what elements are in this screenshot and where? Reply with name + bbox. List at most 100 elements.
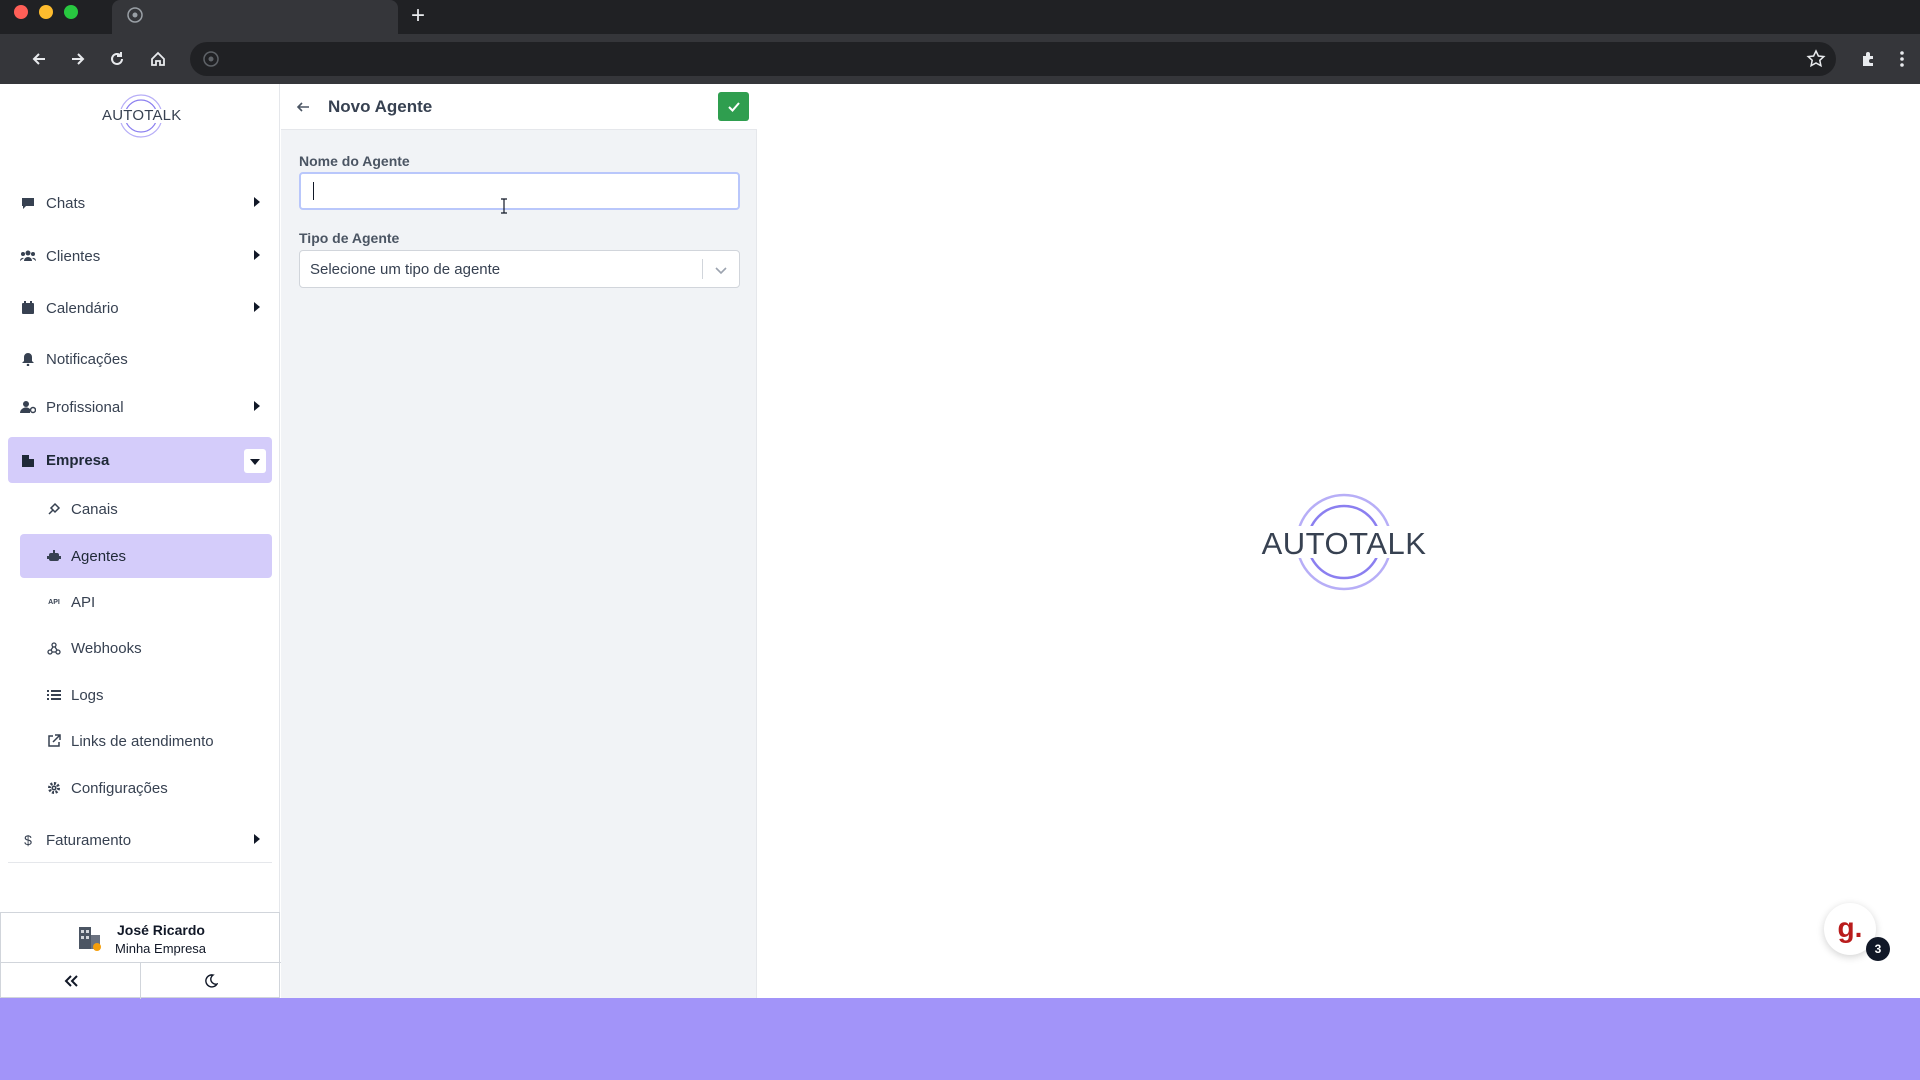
users-icon: [20, 248, 36, 264]
sidebar-subitem-label: API: [71, 593, 96, 611]
sidebar-subitem-label: Canais: [71, 500, 118, 518]
bell-icon: [20, 351, 36, 367]
sidebar-item-empresa[interactable]: Empresa: [8, 437, 272, 483]
sidebar-item-label: Clientes: [46, 247, 101, 265]
home-icon: [151, 51, 165, 66]
caret-down-icon: [250, 459, 260, 465]
robot-icon: [47, 549, 61, 563]
globe-icon: [203, 51, 219, 67]
dollar-icon: $: [24, 832, 32, 848]
sidebar-item-profissional[interactable]: Profissional: [8, 384, 272, 430]
sidebar-subitem-agentes[interactable]: Agentes: [20, 534, 272, 578]
bookmark-star-icon[interactable]: [1806, 49, 1826, 69]
autotalk-logo: AUTOTALK: [1256, 490, 1432, 594]
autotalk-logo[interactable]: AUTOTALK: [96, 90, 186, 142]
plug-icon: [47, 502, 61, 516]
logo-text: AUTOTALK: [1261, 526, 1427, 561]
sidebar-item-label: Notificações: [46, 350, 128, 368]
user-name: José Ricardo: [117, 922, 205, 938]
address-bar[interactable]: [190, 42, 1836, 76]
agent-type-select[interactable]: Selecione um tipo de agente: [299, 250, 740, 288]
caret-right-icon: [254, 401, 260, 411]
sidebar: AUTOTALK Chats Clientes Calendário Notif…: [0, 84, 281, 999]
caret-right-icon: [254, 250, 260, 260]
sidebar-divider: [8, 862, 272, 863]
window-minimize-button[interactable]: [39, 5, 53, 19]
caret-right-icon: [254, 302, 260, 312]
agent-name-input[interactable]: [299, 172, 740, 210]
user-profile[interactable]: José Ricardo Minha Empresa: [1, 913, 281, 963]
puzzle-icon: [1863, 52, 1873, 66]
gear-icon: [47, 781, 61, 795]
browser-menu-button[interactable]: [1888, 45, 1916, 73]
check-icon: [727, 101, 740, 112]
logo-text: AUTOTALK: [102, 107, 182, 124]
moon-icon: [205, 974, 218, 988]
user-cog-icon: [20, 399, 36, 415]
sidebar-subitem-webhooks[interactable]: Webhooks: [20, 626, 272, 670]
sidebar-subitem-links[interactable]: Links de atendimento: [20, 719, 272, 763]
sidebar-subitem-logs[interactable]: Logs: [20, 673, 272, 717]
sidebar-item-label: Calendário: [46, 299, 119, 317]
collapse-sidebar-button[interactable]: [1, 963, 141, 999]
sidebar-subitem-label: Agentes: [71, 547, 127, 565]
caret-right-icon: [254, 197, 260, 207]
kebab-menu-icon: [1900, 51, 1904, 67]
agent-type-placeholder: Selecione um tipo de agente: [310, 261, 501, 278]
sidebar-subitem-label: Configurações: [71, 779, 168, 797]
caret-right-icon: [254, 834, 260, 844]
globe-icon: [127, 7, 143, 23]
extensions-button[interactable]: [1855, 45, 1883, 73]
sidebar-subitem-canais[interactable]: Canais: [20, 487, 272, 531]
sidebar-item-notificacoes[interactable]: Notificações: [8, 336, 272, 382]
app-window: AUTOTALK Chats Clientes Calendário Notif…: [0, 84, 1920, 999]
text-cursor: [313, 182, 314, 200]
page-title: Novo Agente: [328, 97, 433, 116]
double-chevron-left-icon: [64, 975, 78, 987]
reload-icon: [111, 52, 123, 65]
agent-type-label: Tipo de Agente: [299, 230, 400, 246]
sidebar-item-label: Chats: [46, 194, 86, 212]
chat-icon: [20, 195, 36, 211]
sidebar-item-label: Faturamento: [46, 831, 132, 849]
ibeam-cursor-icon: [501, 198, 507, 214]
browser-toolbar: [0, 34, 1920, 84]
chevron-down-icon: [715, 267, 727, 275]
new-agent-panel: Novo Agente Nome do Agente Tipo de Agent…: [281, 84, 757, 998]
sidebar-subitem-label: Links de atendimento: [71, 732, 214, 750]
main-content: AUTOTALK g. 3: [758, 84, 1920, 998]
sidebar-subitem-label: Webhooks: [71, 639, 142, 657]
sidebar-item-faturamento[interactable]: $ Faturamento: [8, 817, 272, 863]
forward-button[interactable]: [64, 45, 92, 73]
sidebar-subitem-api[interactable]: API API: [20, 580, 272, 624]
list-icon: [47, 688, 61, 702]
sidebar-subitem-label: Logs: [71, 686, 104, 704]
sidebar-item-label: Profissional: [46, 398, 124, 416]
building-avatar-icon: [79, 927, 101, 951]
arrow-left-icon: [32, 53, 45, 65]
home-button[interactable]: [144, 45, 172, 73]
window-maximize-button[interactable]: [64, 5, 78, 19]
sidebar-item-calendario[interactable]: Calendário: [8, 285, 272, 331]
select-separator: [702, 259, 703, 279]
arrow-right-icon: [72, 53, 85, 65]
user-card: José Ricardo Minha Empresa: [0, 912, 281, 999]
new-tab-button[interactable]: +: [404, 2, 432, 30]
external-link-icon: [47, 734, 61, 748]
browser-tab[interactable]: [112, 0, 398, 34]
collapse-toggle[interactable]: [244, 449, 266, 473]
sidebar-item-label: Empresa: [46, 451, 110, 469]
calendar-icon: [20, 300, 36, 316]
sidebar-subitem-configuracoes[interactable]: Configurações: [20, 766, 272, 810]
chat-widget-logo: g.: [1837, 912, 1863, 943]
back-arrow-icon[interactable]: [295, 99, 311, 115]
back-button[interactable]: [25, 45, 53, 73]
window-close-button[interactable]: [14, 5, 28, 19]
webhook-icon: [47, 641, 61, 655]
dark-mode-toggle[interactable]: [141, 963, 281, 999]
user-company: Minha Empresa: [115, 941, 207, 956]
sidebar-item-chats[interactable]: Chats: [8, 180, 272, 226]
sidebar-item-clientes[interactable]: Clientes: [8, 233, 272, 279]
reload-button[interactable]: [103, 45, 131, 73]
save-button[interactable]: [718, 92, 749, 121]
